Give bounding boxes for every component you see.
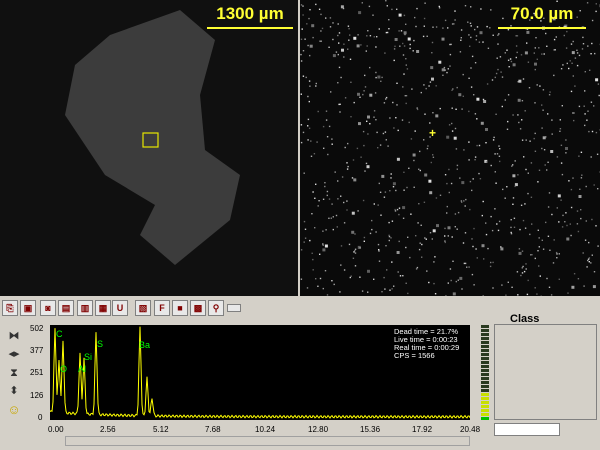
x-tick-label: 10.24 xyxy=(255,425,276,434)
peak-label-c: C xyxy=(56,329,63,339)
y-tick-label: 251 xyxy=(30,368,44,377)
scale-bar-line xyxy=(498,27,586,29)
x-tick-label: 15.36 xyxy=(360,425,381,434)
scale-bar-line xyxy=(207,27,293,29)
class-input[interactable] xyxy=(494,423,560,436)
scale-bar-label: 70.0 µm xyxy=(510,4,574,23)
blank-icon[interactable] xyxy=(227,304,241,312)
peak-label-al: Al xyxy=(78,364,86,374)
f-icon[interactable]: F xyxy=(154,300,170,316)
x-tick-label: 5.12 xyxy=(153,425,169,434)
level-meter xyxy=(481,325,489,420)
expand-vertical-icon[interactable]: ⧗ xyxy=(7,367,21,379)
probe-icon[interactable]: ⚲ xyxy=(208,300,224,316)
peak-label-o: O xyxy=(60,364,67,374)
scale-bar-label: 1300 µm xyxy=(216,4,284,23)
shift-vertical-icon[interactable]: ⬍ xyxy=(7,385,21,397)
save-icon[interactable]: ▣ xyxy=(20,300,36,316)
particle-image xyxy=(65,10,240,265)
y-tick-label: 126 xyxy=(30,391,44,400)
u-icon[interactable]: U xyxy=(112,300,128,316)
y-tick-label: 0 xyxy=(38,413,43,422)
x-tick-label: 17.92 xyxy=(412,425,433,434)
peak-label-ba: Ba xyxy=(139,340,150,350)
scale-bar: 1300 µm xyxy=(207,4,293,29)
x-tick-label: 20.48 xyxy=(460,425,481,434)
report-icon[interactable]: ▧ xyxy=(135,300,151,316)
print-icon[interactable]: ▥ xyxy=(77,300,93,316)
overview-image[interactable]: 1300 µm xyxy=(0,0,298,296)
detail-image[interactable]: + 70.0 µm xyxy=(300,0,600,296)
smiley-icon[interactable]: ☺ xyxy=(7,403,21,416)
scale-bar: 70.0 µm xyxy=(498,4,586,29)
camera-icon[interactable]: ◙ xyxy=(40,300,56,316)
texture-image xyxy=(300,0,600,296)
grid-icon[interactable]: ▩ xyxy=(190,300,206,316)
print-preview-icon[interactable]: ▤ xyxy=(58,300,74,316)
x-tick-label: 12.80 xyxy=(308,425,329,434)
y-tick-label: 502 xyxy=(30,324,44,333)
stop-icon[interactable]: ■ xyxy=(172,300,188,316)
paste-icon[interactable]: ⎘ xyxy=(2,300,18,316)
horizontal-scrollbar[interactable] xyxy=(65,436,470,446)
peak-label-s: S xyxy=(97,339,103,349)
y-tick-label: 377 xyxy=(30,346,44,355)
crosshair-marker[interactable]: + xyxy=(429,126,436,140)
x-tick-label: 2.56 xyxy=(100,425,116,434)
peak-label-si: Si xyxy=(84,352,92,362)
label-icon[interactable]: ▦ xyxy=(95,300,111,316)
spectrum-svg: C O Al Si S Ba Dead time = 21.7% Live ti… xyxy=(49,326,471,419)
shift-horizontal-icon[interactable]: ◂▸ xyxy=(7,348,21,360)
spectrum-plot[interactable]: C O Al Si S Ba Dead time = 21.7% Live ti… xyxy=(49,325,471,420)
x-tick-label: 7.68 xyxy=(205,425,221,434)
class-list[interactable] xyxy=(494,324,597,420)
cps: CPS = 1566 xyxy=(394,351,435,360)
expand-horizontal-icon[interactable]: ⧓ xyxy=(7,330,21,342)
x-tick-label: 0.00 xyxy=(48,425,64,434)
